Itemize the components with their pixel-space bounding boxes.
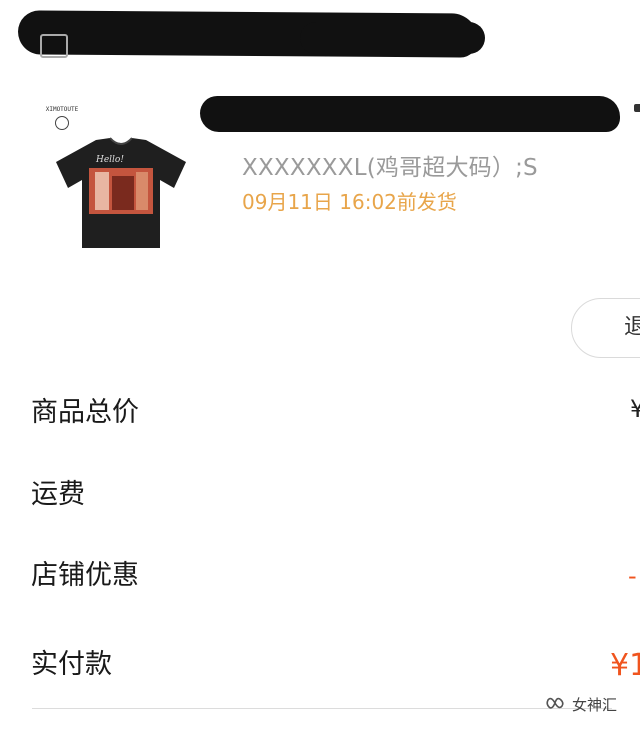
tshirt-print-text: Hello! bbox=[95, 155, 124, 165]
watermark: 女神汇 bbox=[544, 692, 617, 716]
total-price-label: 商品总价 bbox=[31, 397, 139, 428]
product-title-redaction bbox=[200, 96, 620, 132]
total-price-value: ¥ bbox=[630, 395, 640, 423]
refund-button[interactable]: 退 bbox=[571, 298, 640, 358]
store-discount-value: - bbox=[628, 562, 637, 590]
refund-button-label: 退 bbox=[624, 315, 640, 340]
wechat-channel-icon bbox=[546, 697, 564, 709]
shop-name-redaction-tail bbox=[300, 22, 485, 54]
watermark-text: 女神汇 bbox=[572, 695, 618, 714]
shop-icon bbox=[40, 34, 68, 58]
store-discount-label: 店铺优惠 bbox=[31, 560, 139, 591]
paid-amount-value: ¥1 bbox=[610, 648, 640, 683]
brand-logo-text: XIMOTOUTE bbox=[45, 106, 79, 113]
tshirt-image: Hello! bbox=[56, 137, 186, 248]
edge-icon bbox=[634, 104, 640, 112]
brand-logo-circle bbox=[55, 116, 69, 130]
brand-logo: XIMOTOUTE bbox=[42, 106, 82, 130]
product-spec: XXXXXXXL(鸡哥超大码）;S bbox=[242, 155, 538, 181]
product-thumbnail[interactable]: XIMOTOUTE Hello! bbox=[36, 100, 206, 260]
paid-amount-label: 实付款 bbox=[31, 649, 112, 680]
divider bbox=[32, 708, 612, 709]
ship-time: 09月11日 16:02前发货 bbox=[242, 190, 457, 214]
shipping-label: 运费 bbox=[31, 479, 85, 510]
